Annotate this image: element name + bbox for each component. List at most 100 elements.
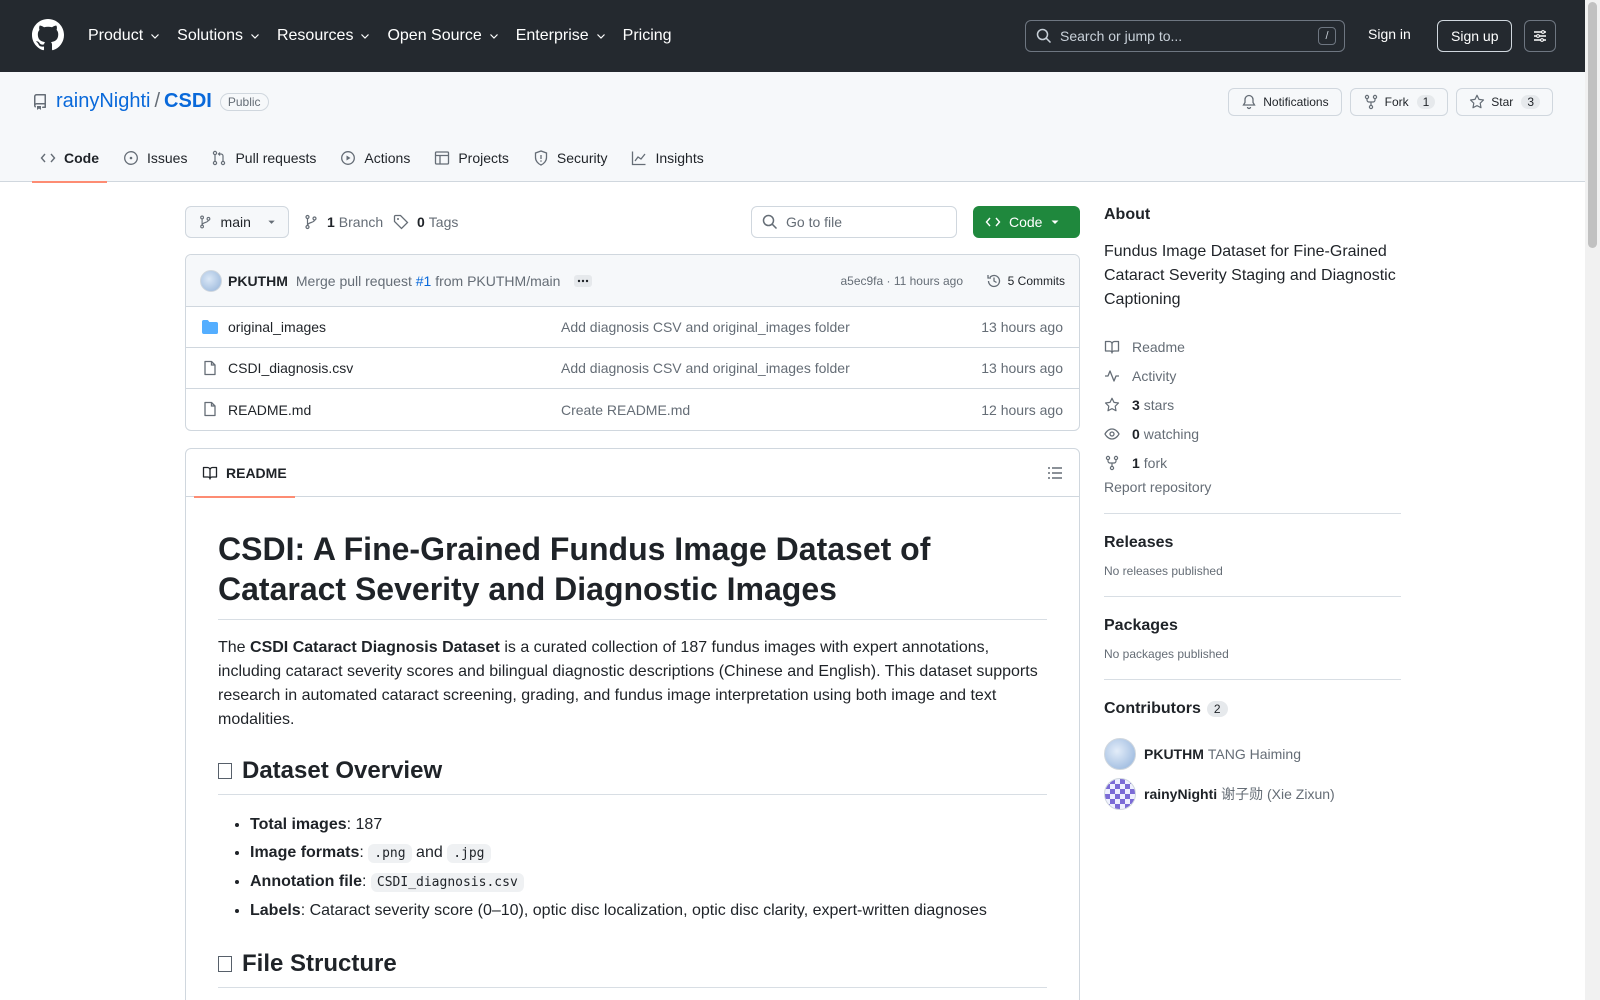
readme-link[interactable]: Readme <box>1104 332 1401 361</box>
stars-count: 3 <box>1132 396 1140 413</box>
tab-code[interactable]: Code <box>32 134 107 183</box>
tab-security[interactable]: Security <box>525 134 616 182</box>
global-header: Product Solutions Resources Open Source … <box>0 0 1600 72</box>
contributor-item[interactable]: rainyNighti 谢子勋 (Xie Zixun) <box>1104 774 1401 814</box>
nav-label: Solutions <box>177 27 243 44</box>
chevron-down-icon <box>151 34 160 39</box>
tab-insights[interactable]: Insights <box>623 134 711 182</box>
branch-label: Branch <box>338 214 384 230</box>
list-item-sep: : <box>361 873 367 890</box>
contributor-item[interactable]: PKUTHM TANG Haiming <box>1104 734 1401 774</box>
fork-button[interactable]: Fork 1 <box>1349 88 1449 116</box>
file-row[interactable]: original_images Add diagnosis CSV and or… <box>186 307 1079 348</box>
sign-up-button[interactable]: Sign up <box>1437 20 1513 52</box>
file-row[interactable]: CSDI_diagnosis.csv Add diagnosis CSV and… <box>186 348 1079 389</box>
tab-projects[interactable]: Projects <box>426 134 517 182</box>
nav-product[interactable]: Product <box>88 27 161 45</box>
repo-tabs: Code Issues Pull requests Actions Projec… <box>32 134 720 183</box>
tab-issues[interactable]: Issues <box>115 134 195 182</box>
packages-heading[interactable]: Packages <box>1104 617 1401 635</box>
intro-prefix: The <box>218 639 251 656</box>
file-commit-message[interactable]: Add diagnosis CSV and original_images fo… <box>561 319 850 335</box>
contributors-heading[interactable]: Contributors 2 <box>1104 700 1401 718</box>
commit-message-suffix: from PKUTHM/main <box>435 272 561 289</box>
branch-select-button[interactable]: main <box>185 206 289 238</box>
avatar[interactable] <box>1104 738 1136 770</box>
report-repository-link[interactable]: Report repository <box>1104 479 1401 495</box>
list-item: Image formats: .png and .jpg <box>250 839 1047 868</box>
file-row[interactable]: README.md Create README.md 12 hours ago <box>186 389 1079 430</box>
readme-title: CSDI: A Fine-Grained Fundus Image Datase… <box>218 529 1047 620</box>
readme-tab[interactable]: README <box>194 449 295 498</box>
file-commit-message[interactable]: Add diagnosis CSV and original_images fo… <box>561 360 850 376</box>
main-content: main 1 Branch 0 Tags Go to file Code PKU… <box>185 206 1080 1000</box>
tab-label: Code <box>64 150 99 166</box>
expand-commit-button[interactable] <box>574 274 593 287</box>
go-to-file-input[interactable]: Go to file <box>751 206 957 238</box>
nav-open-source[interactable]: Open Source <box>387 27 499 45</box>
fork-icon <box>1364 94 1377 110</box>
search-placeholder: Search or jump to... <box>1060 28 1183 44</box>
contributors-count: 2 <box>1206 701 1228 717</box>
commits-link[interactable]: 5 Commits <box>986 273 1065 289</box>
emoji-placeholder-icon <box>218 763 232 779</box>
go-to-file-placeholder: Go to file <box>786 214 843 230</box>
branch-icon <box>305 214 317 230</box>
tab-pull-requests[interactable]: Pull requests <box>203 134 324 182</box>
sign-in-link[interactable]: Sign in <box>1368 26 1411 42</box>
releases-heading[interactable]: Releases <box>1104 534 1401 552</box>
list-item-label: Image formats <box>250 844 360 861</box>
repo-title: rainyNighti / CSDI Public <box>32 90 269 113</box>
commit-message[interactable]: Merge pull request #1 from PKUTHM/main <box>296 273 561 289</box>
tab-actions[interactable]: Actions <box>332 134 418 182</box>
star-icon <box>1104 397 1120 411</box>
file-name-link[interactable]: CSDI_diagnosis.csv <box>228 360 353 376</box>
chevron-down-icon <box>251 34 259 39</box>
nav-resources[interactable]: Resources <box>277 27 371 45</box>
pr-link[interactable]: #1 <box>416 273 432 289</box>
branches-link[interactable]: 1 Branch <box>303 206 383 238</box>
fork-count: 1 <box>1132 454 1140 471</box>
repo-name-link[interactable]: CSDI <box>164 90 212 113</box>
watching-link[interactable]: 0 watching <box>1104 419 1401 448</box>
commit-hash-time[interactable]: a5ec9fa · 11 hours ago <box>840 274 963 288</box>
file-commit-message[interactable]: Create README.md <box>561 402 690 418</box>
packages-empty: No packages published <box>1104 647 1229 661</box>
list-toc-icon[interactable] <box>1047 465 1063 481</box>
releases-section: Releases No releases published <box>1104 513 1401 578</box>
repo-owner-link[interactable]: rainyNighti <box>56 90 150 113</box>
scrollbar-thumb[interactable] <box>1588 2 1597 248</box>
list-item-label: Total images <box>250 816 347 833</box>
contributor-name: TANG Haiming <box>1207 746 1301 762</box>
commit-author-link[interactable]: PKUTHM <box>228 273 288 289</box>
avatar[interactable] <box>1104 778 1136 810</box>
global-search-input[interactable]: Search or jump to... / <box>1025 20 1345 52</box>
code-dropdown-button[interactable]: Code <box>973 206 1080 238</box>
inline-code: .jpg <box>447 844 491 863</box>
inline-code: .png <box>368 844 412 863</box>
file-commit-time: 12 hours ago <box>981 401 1063 418</box>
tags-link[interactable]: 0 Tags <box>393 206 458 238</box>
nav-enterprise[interactable]: Enterprise <box>516 27 607 45</box>
history-icon <box>987 274 1000 287</box>
notifications-button[interactable]: Notifications <box>1228 88 1342 116</box>
global-menu-button[interactable] <box>1524 20 1556 52</box>
activity-link[interactable]: Activity <box>1104 361 1401 390</box>
nav-label: Product <box>88 27 144 44</box>
file-name-link[interactable]: original_images <box>228 319 326 335</box>
star-button[interactable]: Star 3 <box>1456 88 1553 116</box>
dataset-overview-heading: Dataset Overview <box>218 756 1047 795</box>
fork-label: fork <box>1143 454 1168 471</box>
avatar[interactable] <box>200 269 222 292</box>
github-logo-icon[interactable] <box>32 19 64 51</box>
search-shortcut-badge: / <box>1318 27 1336 45</box>
page-scrollbar[interactable] <box>1585 0 1600 1000</box>
nav-pricing[interactable]: Pricing <box>623 27 672 45</box>
shield-icon <box>534 150 548 166</box>
list-item-value: : 187 <box>346 816 383 833</box>
ellipsis-icon <box>578 279 589 282</box>
file-name-link[interactable]: README.md <box>228 402 311 418</box>
nav-solutions[interactable]: Solutions <box>177 27 261 45</box>
stars-link[interactable]: 3 stars <box>1104 390 1401 419</box>
forks-link[interactable]: 1 fork <box>1104 448 1401 477</box>
